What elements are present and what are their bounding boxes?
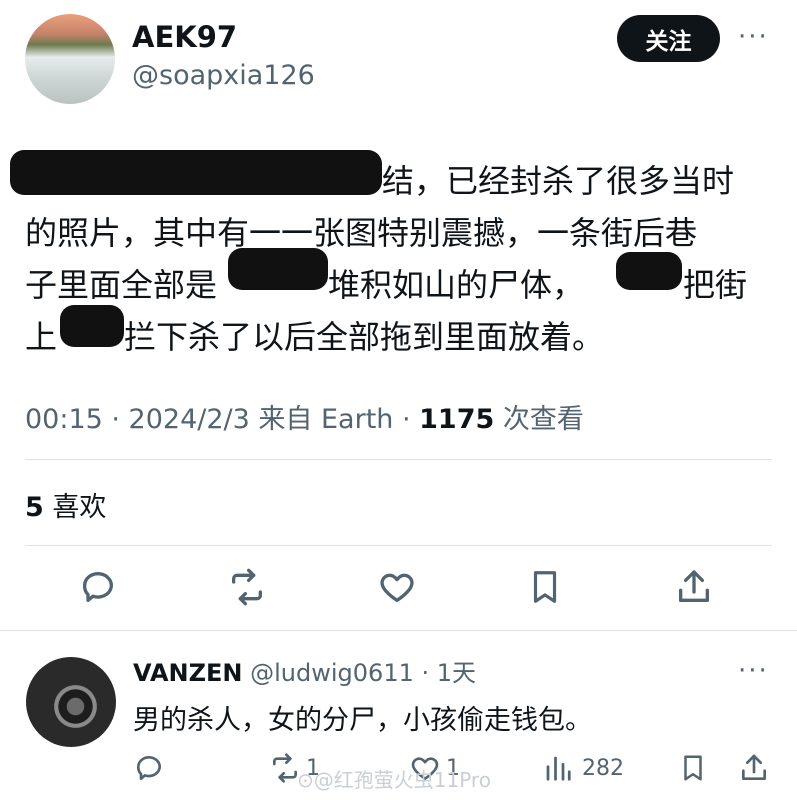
views-count: 1175: [419, 404, 495, 435]
author-handle[interactable]: @soapxia126: [132, 60, 315, 91]
redaction-mark: [228, 248, 328, 290]
reply-handle-time: @ludwig0611 · 1天: [242, 659, 477, 687]
likes-summary[interactable]: 5 喜欢: [25, 485, 106, 524]
likes-label: 喜欢: [43, 492, 107, 523]
reply-text: 男的杀人，女的分尸，小孩偷走钱包。: [133, 705, 592, 736]
redaction-mark: [616, 252, 682, 290]
divider: [25, 459, 772, 460]
views-icon[interactable]: [543, 752, 573, 784]
like-icon[interactable]: [376, 567, 418, 607]
author-avatar[interactable]: [25, 14, 115, 104]
author-display-name[interactable]: AEK97: [132, 20, 237, 54]
more-options-icon[interactable]: ···: [738, 22, 769, 52]
divider: [25, 545, 772, 546]
tweet-text-line-3b: 堆积如山的尸体，: [328, 266, 585, 304]
reply-reply-icon[interactable]: [133, 752, 165, 784]
tweet-text-line-4a: 上: [25, 318, 58, 356]
watermark: ⊙@红孢萤火虫11Pro: [297, 768, 491, 792]
likes-count: 5: [25, 492, 44, 523]
reply-author[interactable]: VANZEN @ludwig0611 · 1天: [133, 653, 476, 688]
reply-display-name: VANZEN: [133, 659, 243, 687]
tweet-text-line-3c: 把街: [683, 266, 748, 304]
reply-views-count: 282: [582, 756, 624, 781]
tweet-text-line-1: 结，已经封杀了很多当时: [382, 162, 735, 200]
views-label: 次查看: [494, 404, 584, 435]
follow-button[interactable]: 关注: [617, 15, 720, 62]
thread-divider: [0, 630, 797, 631]
retweet-icon[interactable]: [226, 567, 268, 607]
reply-bookmark-icon[interactable]: [678, 751, 708, 785]
bookmark-icon[interactable]: [526, 566, 564, 608]
tweet-timestamp[interactable]: 00:15 · 2024/2/3 来自 Earth ·: [25, 404, 419, 435]
tweet-text-line-4b: 拦下杀了以后全部拖到里面放着。: [124, 318, 605, 356]
redaction-mark: [10, 150, 382, 195]
tweet-text-line-3a: 子里面全部是: [25, 266, 218, 304]
reply-share-icon[interactable]: [738, 751, 770, 785]
share-icon[interactable]: [674, 566, 714, 608]
reply-icon[interactable]: [78, 567, 118, 607]
reply-more-options-icon[interactable]: ···: [738, 656, 769, 686]
reply-author-avatar[interactable]: [26, 657, 116, 747]
redaction-mark: [60, 305, 124, 347]
tweet-meta: 00:15 · 2024/2/3 来自 Earth · 1175 次查看: [25, 397, 584, 436]
